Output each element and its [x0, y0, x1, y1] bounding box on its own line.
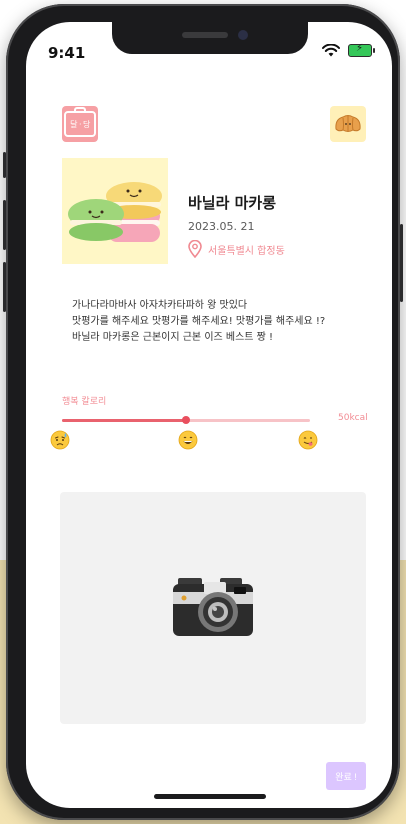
done-button[interactable]: 완료 !	[326, 762, 366, 790]
food-location[interactable]: 서울특별시 합정동	[188, 240, 285, 258]
food-photo	[62, 158, 168, 264]
sad-sweat-face-icon	[50, 430, 70, 450]
status-icons: ⚡	[322, 43, 375, 57]
calorie-slider-label: 행복 칼로리	[62, 397, 107, 407]
yummy-face-icon	[298, 430, 318, 450]
review-line: 맛평가를 해주세요 맛평가를 해주세요! 맛평가를 해주세요 !?	[72, 316, 326, 327]
review-text[interactable]: 가나다라마바사 아자차카타파하 왕 맛있다 맛평가를 해주세요 맛평가를 해주세…	[72, 298, 372, 346]
review-line: 바닐라 마카롱은 근본이지 근본 이즈 베스트 짱 !	[72, 332, 274, 343]
battery-charging-icon: ⚡	[348, 43, 375, 57]
volume-down-button	[3, 262, 6, 312]
app-screen: 9:41 ⚡ 달 · 당 바닐라 마카롱 2023.05. 21 서울특별시 합…	[26, 22, 392, 808]
review-line: 가나다라마바사 아자차카타파하 왕 맛있다	[72, 300, 248, 311]
volume-up-button	[3, 200, 6, 250]
macaron-illustration	[68, 182, 162, 242]
camera-icon	[173, 578, 253, 636]
home-indicator	[154, 794, 266, 799]
croissant-icon	[335, 115, 361, 132]
calorie-slider[interactable]	[62, 416, 310, 424]
food-date: 2023.05. 21	[188, 220, 255, 233]
app-logo-button[interactable]: 달 · 당	[62, 106, 98, 142]
mute-switch	[3, 152, 6, 178]
calorie-max-label: 50kcal	[338, 413, 368, 423]
slider-fill	[62, 419, 186, 422]
logo-text: 달 · 당	[64, 107, 96, 137]
slider-thumb[interactable]	[182, 416, 190, 424]
phone-frame: 9:41 ⚡ 달 · 당 바닐라 마카롱 2023.05. 21 서울특별시 합…	[3, 4, 403, 820]
front-camera	[238, 30, 248, 40]
food-name: 바닐라 마카롱	[188, 194, 277, 212]
status-time: 9:41	[48, 44, 86, 62]
notch	[112, 22, 308, 54]
speaker-grille	[182, 32, 228, 38]
wifi-icon	[322, 44, 340, 57]
location-text: 서울특별시 합정동	[208, 245, 285, 257]
grinning-face-icon	[178, 430, 198, 450]
location-pin-icon	[188, 240, 202, 258]
power-button	[400, 224, 403, 302]
photo-upload-area[interactable]	[60, 492, 366, 724]
profile-avatar-button[interactable]	[330, 106, 366, 142]
